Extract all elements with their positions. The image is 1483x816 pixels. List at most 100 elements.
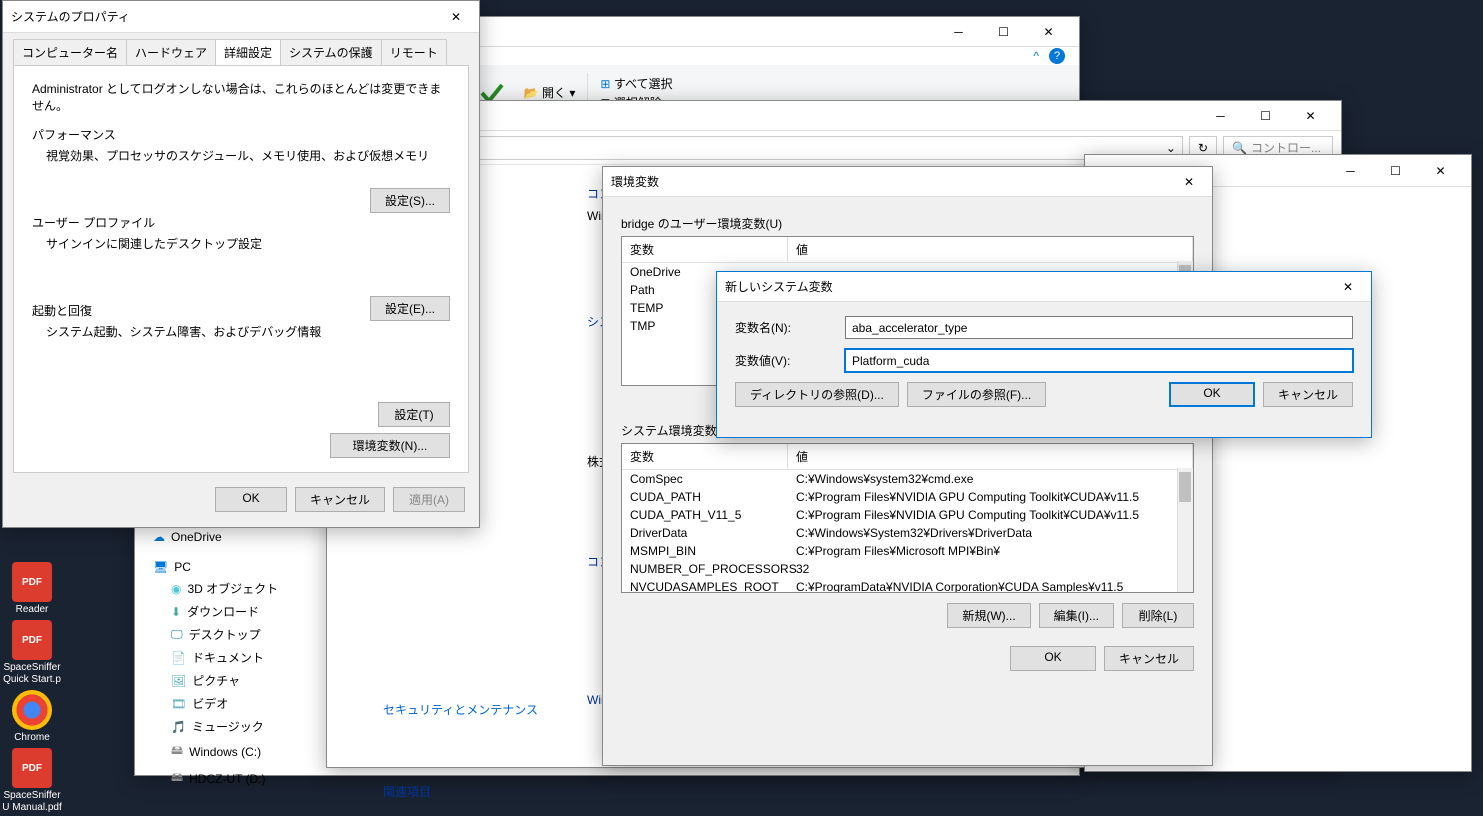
tab-advanced[interactable]: 詳細設定	[215, 39, 281, 65]
performance-label: パフォーマンス	[32, 126, 450, 143]
help-icon[interactable]: ?	[1049, 48, 1065, 64]
sidebar-downloads[interactable]: ⬇ダウンロード	[149, 600, 349, 623]
sidebar-music[interactable]: 🎵ミュージック	[149, 715, 349, 738]
cloud-icon: ☁	[153, 530, 165, 544]
variable-value-label: 変数値(V):	[735, 352, 845, 369]
drive-icon: 🖴	[171, 768, 183, 789]
pdf-icon: PDF	[12, 620, 52, 660]
sidebar-onedrive[interactable]: ☁OneDrive	[149, 527, 349, 547]
selectall-icon: ⊞	[600, 77, 610, 91]
variable-value-input[interactable]	[845, 349, 1353, 372]
sidebar-drive-c[interactable]: 🖴Windows (C:)	[149, 738, 349, 765]
ribbon-open[interactable]: 📂 開く ▾	[524, 84, 576, 101]
sysprops-tabs: コンピューター名 ハードウェア 詳細設定 システムの保護 リモート	[3, 33, 479, 65]
music-icon: 🎵	[171, 720, 186, 734]
close-button[interactable]: ✕	[1333, 273, 1363, 301]
tab-computername[interactable]: コンピューター名	[13, 39, 127, 65]
desktop-icon: 🖵	[171, 627, 183, 642]
list-item[interactable]: NUMBER_OF_PROCESSORS32	[622, 560, 1193, 578]
video-icon: 🎞	[171, 697, 186, 711]
apply-button[interactable]: 適用(A)	[393, 487, 465, 512]
variable-name-label: 変数名(N):	[735, 319, 845, 336]
picture-icon: 🖼	[171, 674, 186, 688]
close-button[interactable]: ✕	[441, 3, 471, 31]
desktop-icon-spacesniffer-qs[interactable]: PDF SpaceSniffer Quick Start.p	[2, 620, 62, 686]
browse-directory-button[interactable]: ディレクトリの参照(D)...	[735, 382, 899, 407]
cancel-button[interactable]: キャンセル	[295, 487, 385, 512]
dialog-title: 環境変数	[611, 173, 1174, 190]
minimize-button[interactable]: ─	[1198, 102, 1243, 130]
open-icon: 📂	[524, 86, 539, 100]
close-button[interactable]: ✕	[1418, 157, 1463, 185]
scrollbar[interactable]	[1177, 468, 1193, 592]
folder-icon: ◉	[171, 582, 181, 596]
pdf-icon: PDF	[12, 748, 52, 788]
environment-variables-button[interactable]: 環境変数(N)...	[330, 433, 450, 458]
pdf-icon: PDF	[12, 562, 52, 602]
column-variable[interactable]: 変数	[622, 237, 788, 262]
cancel-button[interactable]: キャンセル	[1104, 646, 1194, 671]
desktop-icon-chrome[interactable]: Chrome	[2, 690, 62, 744]
column-value[interactable]: 値	[788, 237, 1193, 262]
dialog-title: 新しいシステム変数	[725, 278, 1333, 295]
sidebar-drive-d[interactable]: 🖴HDCZ-UT (D:)	[149, 765, 349, 792]
new-system-variable-dialog: 新しいシステム変数 ✕ 変数名(N): 変数値(V): ディレクトリの参照(D)…	[716, 271, 1372, 438]
desktop-icon-reader[interactable]: PDF Reader	[2, 562, 62, 616]
tab-remote[interactable]: リモート	[381, 39, 447, 65]
startup-settings-button[interactable]: 設定(T)	[378, 402, 450, 427]
chevron-up-icon[interactable]: ^	[1033, 49, 1039, 63]
sidebar-desktop[interactable]: 🖵デスクトップ	[149, 623, 349, 646]
cancel-button[interactable]: キャンセル	[1263, 382, 1353, 407]
ok-button[interactable]: OK	[215, 487, 287, 512]
related-link-security[interactable]: セキュリティとメンテナンス	[383, 701, 538, 718]
sidebar-pc[interactable]: 🖥PC	[149, 557, 349, 577]
sidebar-pictures[interactable]: 🖼ピクチャ	[149, 669, 349, 692]
column-variable[interactable]: 変数	[622, 444, 788, 469]
profile-desc: サインインに関連したデスクトップ設定	[46, 235, 450, 252]
desktop-icons: PDF Reader PDF SpaceSniffer Quick Start.…	[0, 560, 130, 816]
dialog-title: システムのプロパティ	[11, 8, 441, 25]
performance-settings-button[interactable]: 設定(S)...	[370, 188, 450, 213]
download-icon: ⬇	[171, 605, 181, 619]
ok-button[interactable]: OK	[1169, 382, 1255, 407]
tab-hardware[interactable]: ハードウェア	[126, 39, 216, 65]
list-item[interactable]: CUDA_PATHC:¥Program Files¥NVIDIA GPU Com…	[622, 488, 1193, 506]
close-button[interactable]: ✕	[1288, 102, 1333, 130]
dropdown-icon[interactable]: ⌄	[1166, 141, 1176, 155]
minimize-button[interactable]: ─	[1328, 157, 1373, 185]
list-item[interactable]: MSMPI_BINC:¥Program Files¥Microsoft MPI¥…	[622, 542, 1193, 560]
environment-variables-dialog: 環境変数 ✕ bridge のユーザー環境変数(U) 変数 値 OneDrive…	[602, 166, 1213, 766]
close-button[interactable]: ✕	[1026, 18, 1071, 46]
tab-systemprotection[interactable]: システムの保護	[280, 39, 382, 65]
maximize-button[interactable]: ☐	[1373, 157, 1418, 185]
desktop-icon-spacesniffer-manual[interactable]: PDF SpaceSniffer U Manual.pdf	[2, 748, 62, 814]
sidebar-3dobjects[interactable]: ◉3D オブジェクト	[149, 577, 349, 600]
minimize-button[interactable]: ─	[936, 18, 981, 46]
profile-settings-button[interactable]: 設定(E)...	[370, 296, 450, 321]
document-icon: 📄	[171, 651, 186, 665]
ok-button[interactable]: OK	[1010, 646, 1096, 671]
sidebar-videos[interactable]: 🎞ビデオ	[149, 692, 349, 715]
maximize-button[interactable]: ☐	[1243, 102, 1288, 130]
ribbon-selectall[interactable]: ⊞ すべて選択	[600, 75, 672, 92]
variable-name-input[interactable]	[845, 316, 1353, 339]
sys-edit-button[interactable]: 編集(I)...	[1039, 603, 1114, 628]
column-value[interactable]: 値	[788, 444, 1193, 469]
list-item[interactable]: DriverDataC:¥Windows¥System32¥Drivers¥Dr…	[622, 524, 1193, 542]
maximize-button[interactable]: ☐	[981, 18, 1026, 46]
sys-new-button[interactable]: 新規(W)...	[947, 603, 1030, 628]
list-item[interactable]: NVCUDASAMPLES_ROOTC:¥ProgramData¥NVIDIA …	[622, 578, 1193, 593]
sysprops-titlebar: システムのプロパティ ✕	[3, 1, 479, 33]
drive-icon: 🖴	[171, 741, 183, 762]
sys-delete-button[interactable]: 削除(L)	[1122, 603, 1194, 628]
browse-file-button[interactable]: ファイルの参照(F)...	[907, 382, 1046, 407]
list-item[interactable]: ComSpecC:¥Windows¥system32¥cmd.exe	[622, 470, 1193, 488]
sidebar-documents[interactable]: 📄ドキュメント	[149, 646, 349, 669]
startup-desc: システム起動、システム障害、およびデバッグ情報	[46, 323, 450, 340]
chrome-icon	[12, 690, 52, 730]
list-item[interactable]: CUDA_PATH_V11_5C:¥Program Files¥NVIDIA G…	[622, 506, 1193, 524]
user-vars-label: bridge のユーザー環境変数(U)	[621, 215, 1194, 232]
close-button[interactable]: ✕	[1174, 168, 1204, 196]
explorer-sidebar: ☁OneDrive 🖥PC ◉3D オブジェクト ⬇ダウンロード 🖵デスクトップ…	[149, 527, 349, 792]
sys-vars-list[interactable]: 変数 値 ComSpecC:¥Windows¥system32¥cmd.exe …	[621, 443, 1194, 593]
